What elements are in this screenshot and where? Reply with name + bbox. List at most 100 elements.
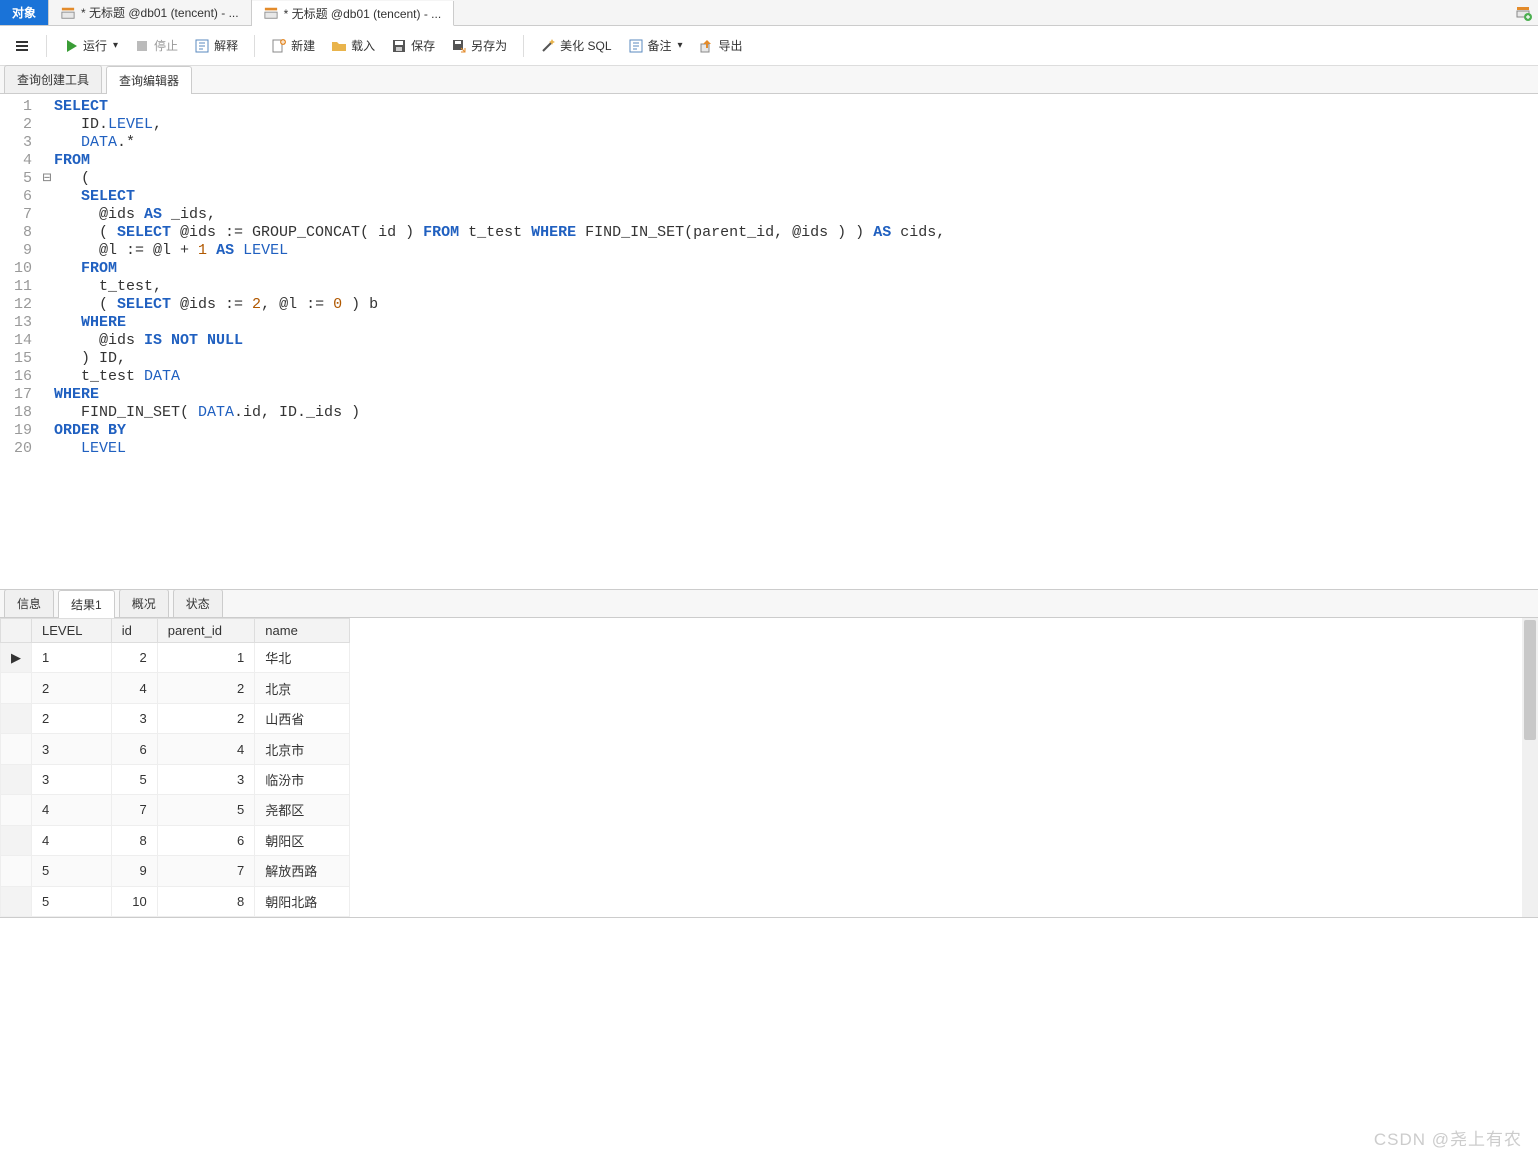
cell[interactable]: 7 bbox=[157, 856, 255, 886]
cell[interactable]: 8 bbox=[157, 886, 255, 917]
code-line[interactable]: SELECT bbox=[54, 98, 1538, 116]
column-header[interactable]: parent_id bbox=[157, 619, 255, 643]
sql-editor[interactable]: 1SELECT2 ID.LEVEL,3 DATA.*4FROM5⊟ (6 SEL… bbox=[0, 94, 1538, 589]
table-row[interactable]: 364北京市 bbox=[1, 734, 350, 764]
code-line[interactable]: WHERE bbox=[54, 386, 1538, 404]
cell[interactable]: 4 bbox=[157, 734, 255, 764]
fold-icon bbox=[40, 206, 54, 224]
tab-status[interactable]: 状态 bbox=[173, 589, 223, 617]
code-line[interactable]: @ids IS NOT NULL bbox=[54, 332, 1538, 350]
cell[interactable]: 3 bbox=[32, 734, 112, 764]
cell[interactable]: 3 bbox=[32, 764, 112, 794]
code-line[interactable]: t_test, bbox=[54, 278, 1538, 296]
scrollbar-thumb[interactable] bbox=[1524, 620, 1536, 740]
table-row[interactable]: ▶121华北 bbox=[1, 643, 350, 673]
table-row[interactable]: 232山西省 bbox=[1, 703, 350, 733]
code-line[interactable]: @l := @l + 1 AS LEVEL bbox=[54, 242, 1538, 260]
export-label: 导出 bbox=[719, 37, 743, 54]
cell[interactable]: 朝阳北路 bbox=[255, 886, 350, 917]
new-tab-plus-icon[interactable] bbox=[1510, 0, 1538, 25]
stop-button[interactable]: 停止 bbox=[128, 33, 184, 58]
tab-query-1[interactable]: * 无标题 @db01 (tencent) - ... bbox=[49, 0, 252, 25]
export-button[interactable]: 导出 bbox=[693, 33, 749, 58]
cell[interactable]: 3 bbox=[157, 764, 255, 794]
beautify-button[interactable]: 美化 SQL bbox=[534, 33, 617, 58]
cell[interactable]: 2 bbox=[157, 673, 255, 703]
table-row[interactable]: 475尧都区 bbox=[1, 795, 350, 825]
code-line[interactable]: ) ID, bbox=[54, 350, 1538, 368]
cell[interactable]: 1 bbox=[157, 643, 255, 673]
dropdown-icon: ▾ bbox=[113, 40, 118, 51]
code-line[interactable]: ( bbox=[54, 170, 1538, 188]
code-line[interactable]: @ids AS _ids, bbox=[54, 206, 1538, 224]
cell[interactable]: 山西省 bbox=[255, 703, 350, 733]
cell[interactable]: 9 bbox=[111, 856, 157, 886]
cell[interactable]: 2 bbox=[111, 643, 157, 673]
code-line[interactable]: FIND_IN_SET( DATA.id, ID._ids ) bbox=[54, 404, 1538, 422]
cell[interactable]: 2 bbox=[32, 703, 112, 733]
cell[interactable]: 朝阳区 bbox=[255, 825, 350, 855]
result-grid[interactable]: LEVELidparent_idname ▶121华北242北京232山西省36… bbox=[0, 618, 350, 917]
save-button[interactable]: 保存 bbox=[385, 33, 441, 58]
code-line[interactable]: LEVEL bbox=[54, 440, 1538, 458]
table-row[interactable]: 597解放西路 bbox=[1, 856, 350, 886]
cell[interactable]: 2 bbox=[157, 703, 255, 733]
tab-object[interactable]: 对象 bbox=[0, 0, 49, 25]
cell[interactable]: 2 bbox=[32, 673, 112, 703]
cell[interactable]: 北京 bbox=[255, 673, 350, 703]
cell[interactable]: 尧都区 bbox=[255, 795, 350, 825]
cell[interactable]: 5 bbox=[32, 886, 112, 917]
menu-button[interactable] bbox=[8, 34, 36, 58]
line-number: 3 bbox=[0, 134, 40, 152]
table-row[interactable]: 353临汾市 bbox=[1, 764, 350, 794]
cell[interactable]: 7 bbox=[111, 795, 157, 825]
cell[interactable]: 1 bbox=[32, 643, 112, 673]
code-line[interactable]: t_test DATA bbox=[54, 368, 1538, 386]
cell[interactable]: 临汾市 bbox=[255, 764, 350, 794]
new-button[interactable]: 新建 bbox=[265, 33, 321, 58]
cell[interactable]: 4 bbox=[111, 673, 157, 703]
column-header[interactable]: id bbox=[111, 619, 157, 643]
table-row[interactable]: 5108朝阳北路 bbox=[1, 886, 350, 917]
cell[interactable]: 3 bbox=[111, 703, 157, 733]
row-marker bbox=[1, 886, 32, 917]
tab-profile[interactable]: 概况 bbox=[119, 589, 169, 617]
cell[interactable]: 北京市 bbox=[255, 734, 350, 764]
code-line[interactable]: FROM bbox=[54, 260, 1538, 278]
code-line[interactable]: ID.LEVEL, bbox=[54, 116, 1538, 134]
tab-result1[interactable]: 结果1 bbox=[58, 590, 115, 618]
cell[interactable]: 4 bbox=[32, 795, 112, 825]
tab-query-2[interactable]: * 无标题 @db01 (tencent) - ... bbox=[252, 1, 455, 26]
cell[interactable]: 解放西路 bbox=[255, 856, 350, 886]
load-button[interactable]: 载入 bbox=[325, 33, 381, 58]
cell[interactable]: 10 bbox=[111, 886, 157, 917]
code-line[interactable]: SELECT bbox=[54, 188, 1538, 206]
code-line[interactable]: ( SELECT @ids := GROUP_CONCAT( id ) FROM… bbox=[54, 224, 1538, 242]
code-line[interactable]: ORDER BY bbox=[54, 422, 1538, 440]
explain-button[interactable]: 解释 bbox=[188, 33, 244, 58]
cell[interactable]: 5 bbox=[111, 764, 157, 794]
column-header[interactable]: LEVEL bbox=[32, 619, 112, 643]
tab-query-editor[interactable]: 查询编辑器 bbox=[106, 66, 192, 94]
cell[interactable]: 4 bbox=[32, 825, 112, 855]
code-line[interactable]: FROM bbox=[54, 152, 1538, 170]
cell[interactable]: 6 bbox=[157, 825, 255, 855]
tab-query-builder[interactable]: 查询创建工具 bbox=[4, 65, 102, 93]
vertical-scrollbar[interactable] bbox=[1522, 618, 1538, 917]
code-line[interactable]: WHERE bbox=[54, 314, 1538, 332]
table-row[interactable]: 486朝阳区 bbox=[1, 825, 350, 855]
cell[interactable]: 华北 bbox=[255, 643, 350, 673]
code-line[interactable]: DATA.* bbox=[54, 134, 1538, 152]
cell[interactable]: 6 bbox=[111, 734, 157, 764]
column-header[interactable]: name bbox=[255, 619, 350, 643]
table-row[interactable]: 242北京 bbox=[1, 673, 350, 703]
run-button[interactable]: 运行▾ bbox=[57, 33, 124, 58]
note-button[interactable]: 备注▾ bbox=[622, 33, 689, 58]
code-line[interactable]: ( SELECT @ids := 2, @l := 0 ) b bbox=[54, 296, 1538, 314]
tab-info[interactable]: 信息 bbox=[4, 589, 54, 617]
fold-icon[interactable]: ⊟ bbox=[40, 170, 54, 188]
save-as-button[interactable]: 另存为 bbox=[445, 33, 513, 58]
cell[interactable]: 8 bbox=[111, 825, 157, 855]
cell[interactable]: 5 bbox=[157, 795, 255, 825]
cell[interactable]: 5 bbox=[32, 856, 112, 886]
